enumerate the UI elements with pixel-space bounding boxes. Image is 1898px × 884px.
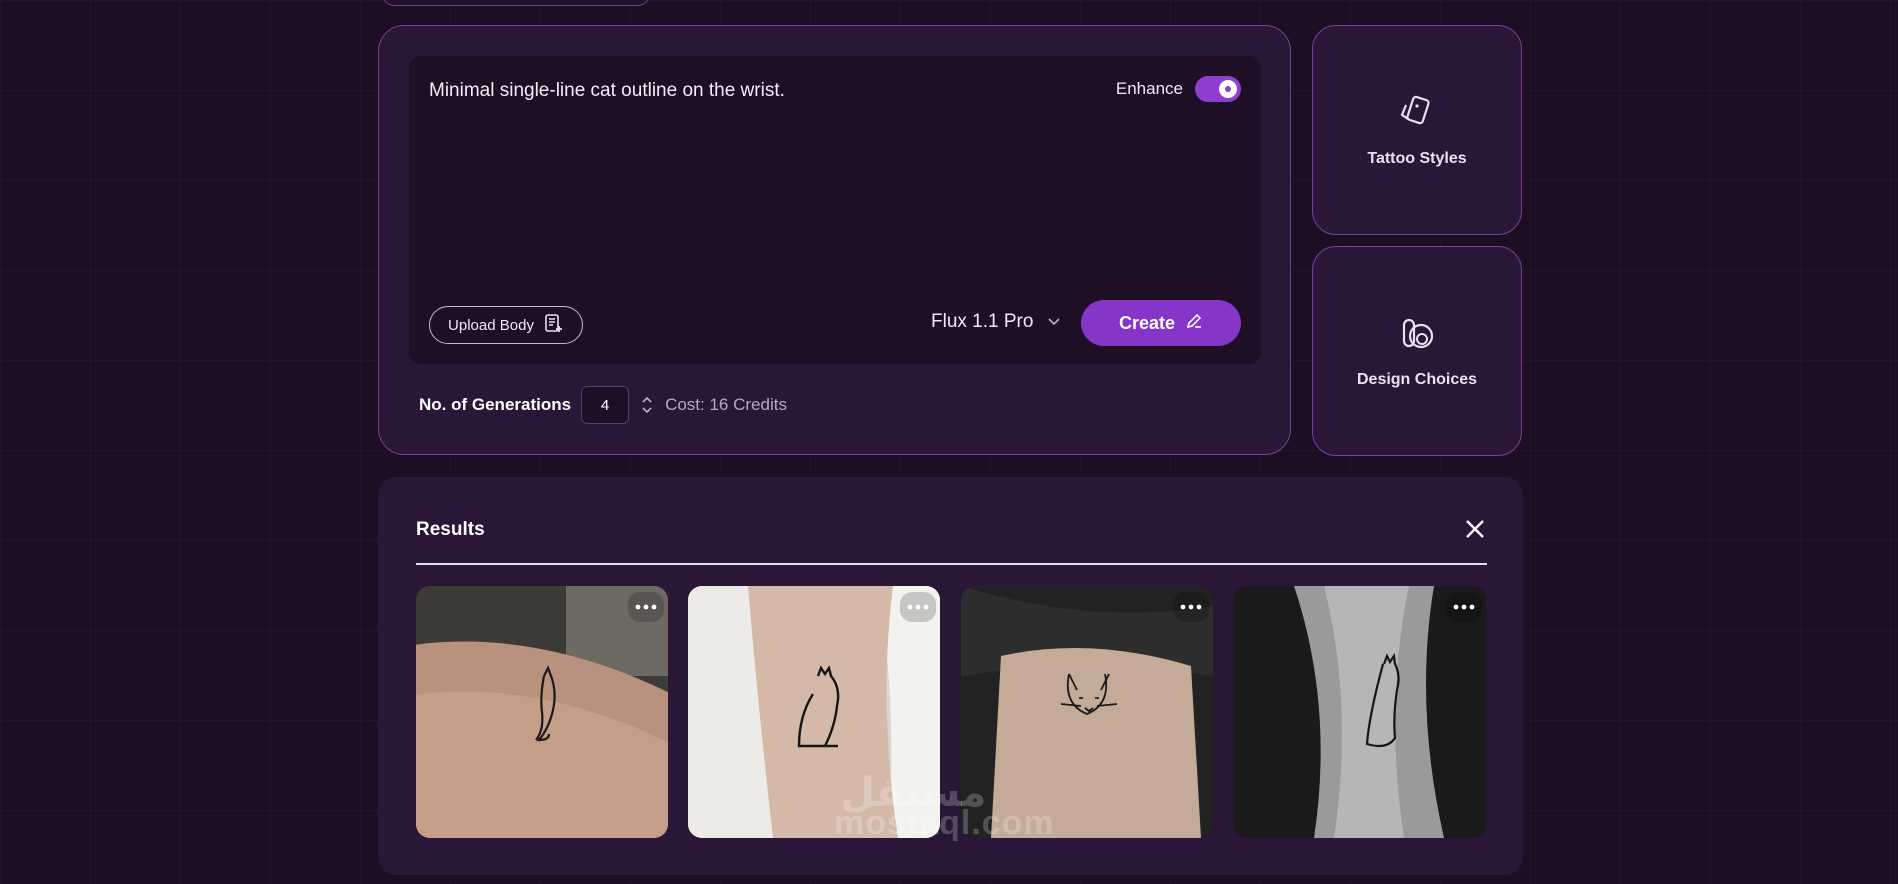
top-tab[interactable]	[382, 0, 650, 6]
chevron-down-icon	[1047, 311, 1061, 333]
enhance-label: Enhance	[1115, 79, 1183, 98]
create-button[interactable]: Create	[1081, 300, 1241, 346]
cards-icon	[1396, 93, 1438, 140]
design-choices-card[interactable]: Design Choices	[1312, 246, 1522, 456]
prompt-textarea[interactable]: Minimal single-line cat outline on the w…	[409, 56, 1261, 364]
more-icon[interactable]	[628, 592, 664, 622]
create-label: Create	[1118, 312, 1176, 333]
more-icon[interactable]	[900, 592, 936, 622]
watermark-latin: mostaql.com	[834, 804, 1055, 842]
more-icon[interactable]	[1446, 592, 1482, 622]
generations-row: No. of Generations 4 Cost: 16 Credits	[419, 386, 787, 424]
tattoo-styles-label: Tattoo Styles	[1367, 149, 1467, 167]
enhance-control: Enhance	[1116, 76, 1241, 102]
design-icon	[1396, 314, 1438, 361]
tattoo-styles-card[interactable]: Tattoo Styles	[1312, 25, 1522, 235]
model-value: Flux 1.1 Pro	[931, 311, 1034, 332]
cost-text: Cost: 16 Credits	[665, 395, 787, 414]
enhance-toggle[interactable]	[1195, 76, 1241, 102]
prompt-panel: Minimal single-line cat outline on the w…	[378, 25, 1291, 455]
body-upload-icon	[542, 312, 564, 338]
upload-body-label: Upload Body	[448, 316, 534, 334]
results-title: Results	[416, 519, 485, 540]
pencil-icon	[1185, 312, 1203, 335]
close-icon[interactable]	[1463, 517, 1487, 541]
chevron-down-icon[interactable]	[641, 406, 653, 414]
more-icon[interactable]	[1173, 592, 1209, 622]
result-image-4[interactable]	[1234, 586, 1486, 838]
prompt-text[interactable]: Minimal single-line cat outline on the w…	[429, 80, 785, 102]
upload-body-button[interactable]: Upload Body	[429, 306, 583, 344]
design-choices-label: Design Choices	[1356, 370, 1478, 388]
watermark: مستقل mostaql.com	[834, 770, 1055, 843]
generations-label: No. of Generations	[419, 395, 572, 414]
results-divider	[416, 563, 1487, 565]
model-select[interactable]: Flux 1.1 Pro	[931, 311, 1061, 333]
result-image-1[interactable]	[416, 586, 668, 838]
chevron-up-icon[interactable]	[641, 396, 653, 404]
generations-stepper[interactable]	[641, 396, 653, 414]
generations-input[interactable]: 4	[581, 386, 630, 424]
